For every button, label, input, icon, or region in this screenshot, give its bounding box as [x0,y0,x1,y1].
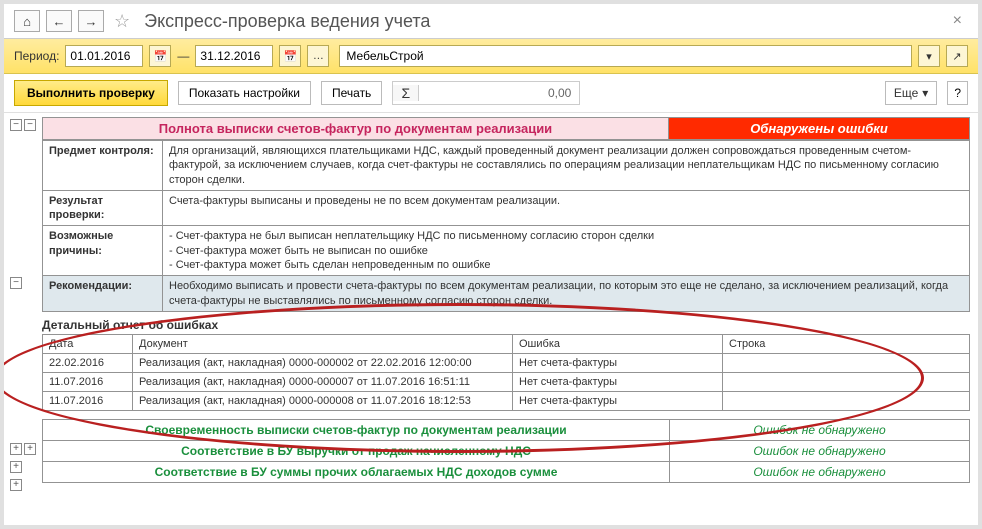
info-rec-value: Необходимо выписать и провести счета-фак… [163,276,970,312]
detail-date: 11.07.2016 [43,391,133,410]
print-button[interactable]: Печать [321,81,382,105]
more-button[interactable]: Еще ▾ [885,81,937,105]
info-result-value: Счета-фактуры выписаны и проведены не по… [163,190,970,226]
detail-report-title: Детальный отчет об ошибках [42,318,970,332]
period-separator: — [177,49,189,63]
detail-error: Нет счета-фактуры [513,353,723,372]
detail-row: 11.07.2016 Реализация (акт, накладная) 0… [43,372,970,391]
toolbar: Выполнить проверку Показать настройки Пе… [4,74,978,113]
section-status-error: Обнаружены ошибки [669,118,969,139]
chevron-down-icon: ▾ [922,86,928,100]
detail-header-row: Дата Документ Ошибка Строка [43,334,970,353]
info-subject-label: Предмет контроля: [43,141,163,191]
section-header: Полнота выписки счетов-фактур по докумен… [42,117,970,140]
detail-date: 22.02.2016 [43,353,133,372]
help-button[interactable]: ? [947,81,968,105]
info-row-causes: Возможные причины: - Счет-фактура не был… [43,226,970,276]
detail-rownum [723,353,970,372]
detail-document: Реализация (акт, накладная) 0000-000007 … [133,372,513,391]
info-result-label: Результат проверки: [43,190,163,226]
tree-collapse-1[interactable]: − [10,119,22,131]
more-label: Еще [894,86,918,100]
summary-title: Своевременность выписки счетов-фактур по… [43,419,670,440]
tree-expand-3[interactable]: + [10,461,22,473]
home-button[interactable]: ⌂ [14,10,40,32]
sigma-value: 0,00 [419,86,579,100]
detail-row: 11.07.2016 Реализация (акт, накладная) 0… [43,391,970,410]
detail-rownum [723,372,970,391]
summary-title: Соответствие в БУ выручки от продаж начи… [43,440,670,461]
summary-status-ok: Ошибок не обнаружено [670,419,970,440]
sigma-icon: Σ [393,85,419,101]
detail-document: Реализация (акт, накладная) 0000-000008 … [133,391,513,410]
summary-status-ok: Ошибок не обнаружено [670,440,970,461]
report-area: − − − + + + + Полнота выписки счетов-фак… [4,113,978,524]
section-title: Полнота выписки счетов-фактур по докумен… [43,118,669,139]
show-settings-button[interactable]: Показать настройки [178,81,311,105]
detail-col-document: Документ [133,334,513,353]
favorite-icon[interactable]: ☆ [114,11,130,32]
summary-row: Соответствие в БУ выручки от продаж начи… [43,440,970,461]
organization-input[interactable] [339,45,912,67]
forward-button[interactable]: → [78,10,104,32]
summary-table: Своевременность выписки счетов-фактур по… [42,419,970,483]
period-select-button[interactable]: … [307,45,329,67]
info-subject-value: Для организаций, являющихся плательщикам… [163,141,970,191]
summary-title: Соответствие в БУ суммы прочих облагаемы… [43,461,670,482]
tree-expand-4[interactable]: + [10,479,22,491]
detail-row: 22.02.2016 Реализация (акт, накладная) 0… [43,353,970,372]
summary-row: Соответствие в БУ суммы прочих облагаемы… [43,461,970,482]
detail-document: Реализация (акт, накладная) 0000-000002 … [133,353,513,372]
page-title: Экспресс-проверка ведения учета [144,11,430,32]
period-label: Период: [14,49,59,63]
period-bar: Период: 📅 — 📅 … ▾ ↗ [4,39,978,74]
period-from-calendar-icon[interactable]: 📅 [149,45,171,67]
period-to-calendar-icon[interactable]: 📅 [279,45,301,67]
titlebar: ⌂ ← → ☆ Экспресс-проверка ведения учета … [4,4,978,39]
info-cause-value: - Счет-фактура не был выписан неплательщ… [163,226,970,276]
back-button[interactable]: ← [46,10,72,32]
summary-row: Своевременность выписки счетов-фактур по… [43,419,970,440]
close-button[interactable]: × [947,12,968,30]
detail-error: Нет счета-фактуры [513,391,723,410]
info-table: Предмет контроля: Для организаций, являю… [42,140,970,312]
org-open-icon[interactable]: ↗ [946,45,968,67]
detail-rownum [723,391,970,410]
summary-status-ok: Ошибок не обнаружено [670,461,970,482]
info-row-result: Результат проверки: Счета-фактуры выписа… [43,190,970,226]
tree-expand-2[interactable]: + [24,443,36,455]
info-row-subject: Предмет контроля: Для организаций, являю… [43,141,970,191]
tree-expand-1[interactable]: + [10,443,22,455]
info-row-recommendations: Рекомендации: Необходимо выписать и пров… [43,276,970,312]
tree-collapse-3[interactable]: − [10,277,22,289]
period-to-input[interactable] [195,45,273,67]
detail-date: 11.07.2016 [43,372,133,391]
detail-table: Дата Документ Ошибка Строка 22.02.2016 Р… [42,334,970,411]
run-check-button[interactable]: Выполнить проверку [14,80,168,106]
sigma-box: Σ 0,00 [392,81,580,105]
info-rec-label: Рекомендации: [43,276,163,312]
detail-col-row: Строка [723,334,970,353]
info-cause-label: Возможные причины: [43,226,163,276]
detail-col-date: Дата [43,334,133,353]
org-dropdown-icon[interactable]: ▾ [918,45,940,67]
detail-col-error: Ошибка [513,334,723,353]
main-window: ⌂ ← → ☆ Экспресс-проверка ведения учета … [0,0,982,529]
detail-error: Нет счета-фактуры [513,372,723,391]
tree-collapse-2[interactable]: − [24,119,36,131]
period-from-input[interactable] [65,45,143,67]
